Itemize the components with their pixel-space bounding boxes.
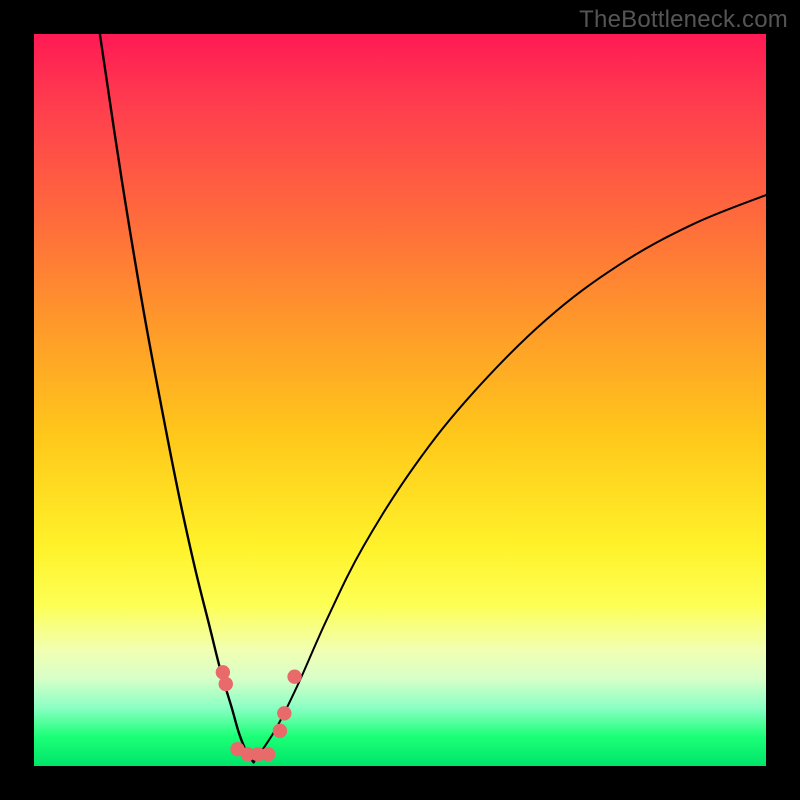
marker-dot [273,724,287,738]
marker-dot [219,677,233,691]
marker-dot [287,670,301,684]
watermark-text: TheBottleneck.com [579,6,788,34]
marker-dot [277,706,291,720]
chart-frame: TheBottleneck.com [0,0,800,800]
plot-area [34,34,766,766]
marker-layer [34,34,766,766]
marker-dot [261,747,275,761]
